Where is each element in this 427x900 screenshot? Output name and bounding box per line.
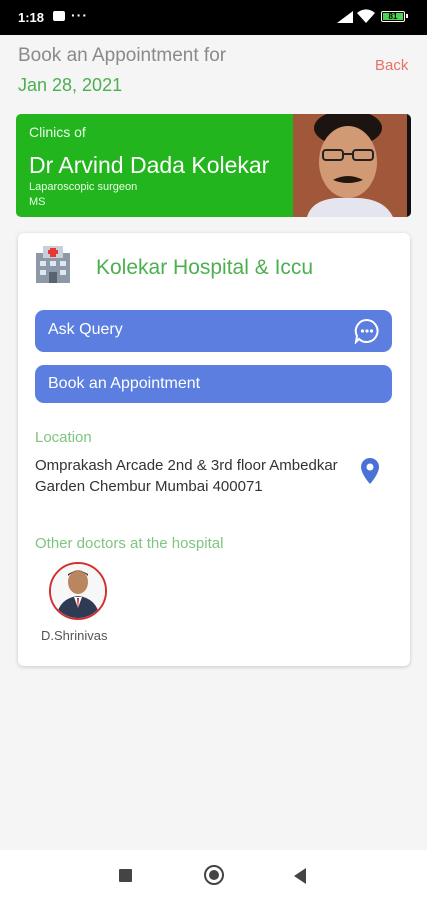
message-icon [53, 11, 65, 21]
doctor-photo [293, 114, 407, 217]
banner-subtitle: Clinics of [29, 124, 86, 140]
doctor-name: Dr Arvind Dada Kolekar [29, 152, 270, 178]
doctor-degree: MS [29, 196, 46, 208]
doctor-avatar[interactable] [49, 562, 107, 620]
wifi-icon [357, 9, 375, 23]
appointment-date[interactable]: Jan 28, 2021 [18, 75, 122, 96]
status-time: 1:18 [18, 10, 45, 25]
doctor-specialty: Laparoscopic surgeon [29, 181, 138, 193]
signal-icon [337, 11, 353, 23]
hospital-name: Kolekar Hospital & Iccu [96, 256, 314, 279]
more-notifications-indicator: ··· [71, 7, 88, 23]
clinic-address: Omprakash Arcade 2nd & 3rd floor Ambedka… [35, 457, 338, 495]
home-icon[interactable] [204, 865, 224, 885]
nav-back-icon[interactable] [294, 868, 306, 884]
hospital-icon [36, 246, 70, 283]
chat-icon [354, 318, 379, 344]
navigation-bar [0, 850, 427, 900]
location-label: Location [35, 429, 92, 446]
battery-level: 81 [383, 13, 403, 21]
location-pin-icon[interactable] [361, 458, 379, 484]
doctor-banner: Clinics of Dr Arvind Dada Kolekar Laparo… [16, 114, 411, 217]
battery-icon: 81 [381, 11, 408, 22]
page-title: Book an Appointment for [18, 45, 227, 66]
ask-query-button[interactable]: Ask Query [35, 310, 392, 352]
status-bar: 1:18 ··· 81 [0, 0, 427, 35]
other-doctor-name[interactable]: D.Shrinivas [41, 628, 107, 643]
clinic-card: Kolekar Hospital & Iccu Ask Query Book a… [18, 233, 410, 666]
book-appointment-button[interactable]: Book an Appointment [35, 365, 392, 403]
back-button[interactable]: Back [375, 57, 408, 74]
book-appointment-label: Book an Appointment [48, 375, 201, 392]
recent-apps-icon[interactable] [119, 869, 132, 882]
other-doctors-label: Other doctors at the hospital [35, 535, 224, 552]
ask-query-label: Ask Query [48, 321, 123, 338]
